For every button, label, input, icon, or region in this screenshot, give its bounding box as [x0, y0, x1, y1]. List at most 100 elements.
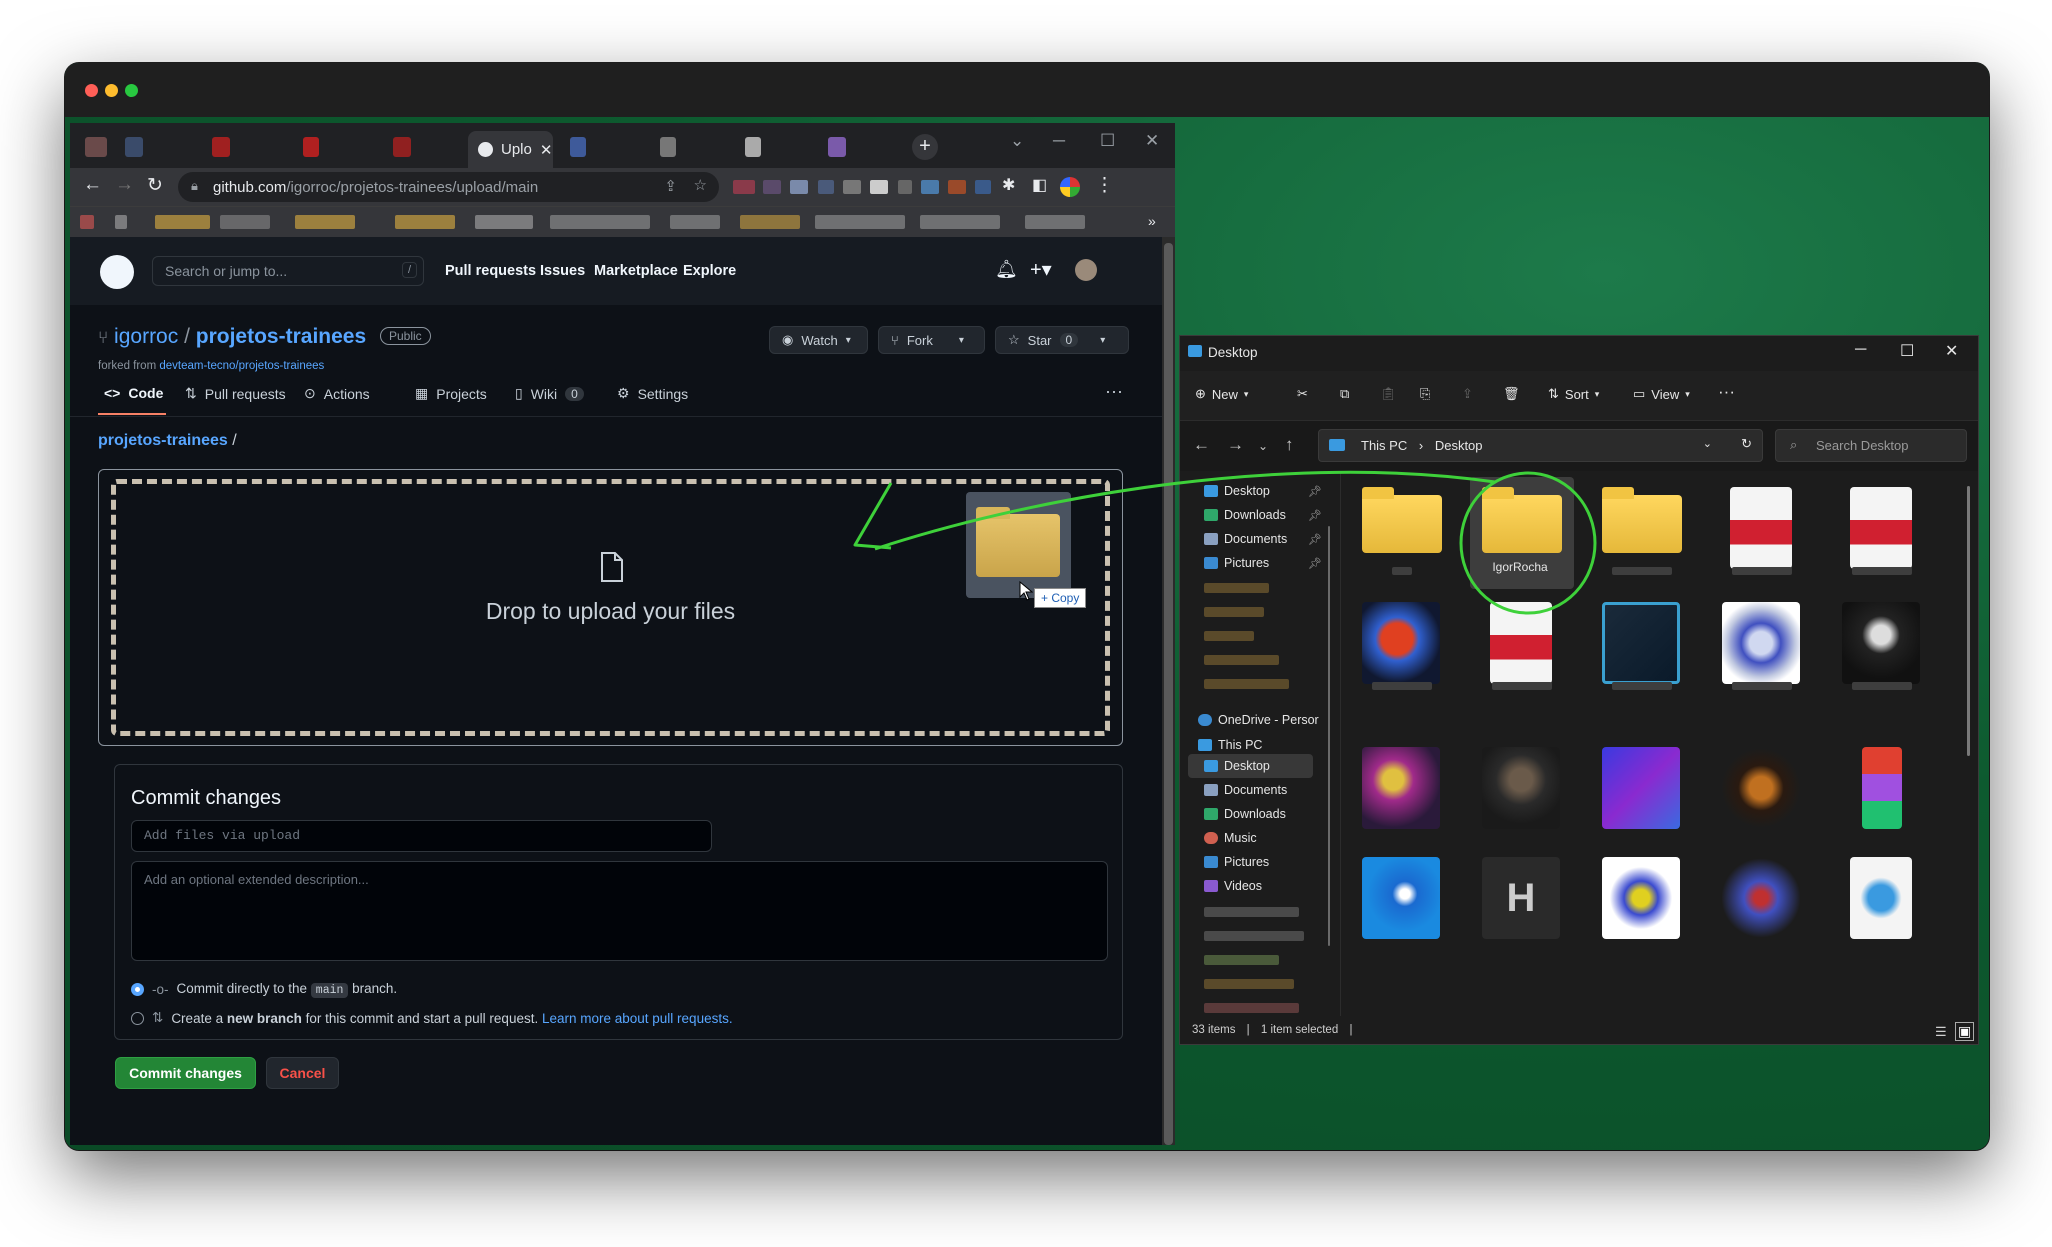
sidebar-item-videos[interactable]: Videos — [1204, 879, 1262, 893]
large-icons-view-icon[interactable]: ▣ — [1955, 1022, 1975, 1041]
file-item[interactable]: H — [1470, 851, 1570, 961]
forward-icon[interactable]: → — [1227, 435, 1244, 455]
details-view-icon[interactable]: ☰ — [1935, 1024, 1947, 1040]
sidebar-item-documents[interactable]: Documents — [1204, 532, 1287, 546]
repo-owner-link[interactable]: igorroc — [114, 325, 178, 348]
up-icon[interactable]: ↑ — [1285, 435, 1294, 455]
close-tab-icon[interactable]: ✕ — [540, 141, 553, 159]
sidebar-item-blurred[interactable] — [1204, 1003, 1299, 1013]
extension-icon[interactable] — [921, 180, 939, 194]
minimize-icon[interactable]: ─ — [1053, 131, 1065, 151]
recent-locations-icon[interactable]: ⌄ — [1258, 439, 1268, 453]
zoom-traffic-light[interactable] — [125, 84, 138, 97]
sidebar-item-onedrive[interactable]: OneDrive - Persor — [1198, 713, 1319, 727]
rename-icon[interactable]: ⎘ — [1420, 386, 1430, 402]
tab-code[interactable]: <> Code — [104, 385, 163, 401]
sidebar-scrollbar[interactable] — [1328, 526, 1330, 946]
github-logo-icon[interactable] — [100, 255, 134, 289]
address-desktop[interactable]: Desktop — [1435, 438, 1483, 453]
bookmark-star-icon[interactable]: ☆ — [694, 176, 707, 194]
nav-issues[interactable]: Issues — [540, 263, 585, 279]
tab-active[interactable]: Uplo ✕ — [468, 131, 553, 168]
folder-item[interactable] — [1350, 481, 1450, 591]
back-icon[interactable]: ← — [83, 174, 102, 196]
bookmark-item[interactable] — [475, 215, 533, 229]
back-icon[interactable]: ← — [1193, 435, 1210, 455]
forward-icon[interactable]: → — [115, 174, 134, 196]
new-button[interactable]: ⊕ New ▾ — [1195, 386, 1248, 402]
tab-favicon-blurred[interactable] — [303, 137, 319, 157]
radio-selected[interactable] — [131, 982, 144, 996]
tab-search-icon[interactable]: ⌄ — [1010, 131, 1024, 151]
extension-icon[interactable] — [843, 180, 861, 194]
sidebar-item-blurred[interactable] — [1204, 979, 1294, 989]
view-button[interactable]: ▭ View ▾ — [1633, 386, 1690, 402]
extension-icon[interactable] — [948, 180, 966, 194]
sidebar-item-pictures[interactable]: Pictures — [1204, 556, 1269, 570]
folder-item-igorrocha[interactable]: IgorRocha — [1470, 481, 1570, 591]
bookmark-item[interactable] — [740, 215, 800, 229]
repo-name-link[interactable]: projetos-trainees — [196, 325, 366, 348]
folder-item[interactable] — [1590, 481, 1690, 591]
tab-wiki[interactable]: ▯ Wiki 0 — [515, 385, 584, 402]
file-item[interactable] — [1350, 596, 1450, 706]
file-item[interactable] — [1830, 851, 1930, 961]
tab-favicon-blurred[interactable] — [125, 137, 143, 157]
sort-button[interactable]: ⇅ Sort ▾ — [1548, 386, 1599, 402]
file-item[interactable] — [1710, 596, 1810, 706]
star-button[interactable]: ☆ Star 0 ▾ — [995, 326, 1129, 354]
tab-favicon-blurred[interactable] — [570, 137, 586, 157]
minimize-icon[interactable]: ─ — [1855, 341, 1866, 359]
bookmark-item[interactable] — [1025, 215, 1085, 229]
copy-icon[interactable]: ⧉ — [1340, 386, 1349, 402]
file-item[interactable] — [1710, 741, 1810, 851]
explorer-address-bar[interactable]: This PC › Desktop ⌄ ↻ — [1318, 429, 1763, 462]
sidebar-item-pictures-pc[interactable]: Pictures — [1204, 855, 1269, 869]
user-avatar[interactable] — [1075, 259, 1097, 281]
bookmark-item[interactable] — [80, 215, 94, 229]
file-item[interactable] — [1830, 596, 1930, 706]
bookmark-item[interactable] — [115, 215, 127, 229]
maximize-icon[interactable]: ☐ — [1100, 131, 1115, 151]
bookmark-item[interactable] — [920, 215, 1000, 229]
new-branch-option[interactable]: ⇅ Create a new branch for this commit an… — [131, 1010, 733, 1026]
extension-icon[interactable] — [790, 180, 808, 194]
file-item[interactable] — [1590, 851, 1690, 961]
chevron-down-icon[interactable]: ⌄ — [1703, 437, 1712, 450]
share-icon[interactable]: ⇪ — [664, 177, 677, 195]
bookmark-item[interactable] — [295, 215, 355, 229]
paste-icon[interactable]: 📋︎ — [1380, 386, 1397, 402]
chrome-menu-icon[interactable]: ⋮ — [1095, 174, 1114, 197]
file-item[interactable] — [1350, 851, 1450, 961]
extension-icon[interactable] — [733, 180, 755, 194]
tab-favicon-blurred[interactable] — [828, 137, 846, 157]
notifications-bell-icon[interactable]: 🔔︎ — [995, 259, 1018, 280]
commit-direct-option[interactable]: -o- Commit directly to the main branch. — [131, 981, 397, 998]
file-item[interactable] — [1470, 596, 1570, 706]
bookmark-item[interactable] — [220, 215, 270, 229]
maximize-icon[interactable]: ☐ — [1900, 341, 1914, 361]
file-item[interactable] — [1350, 741, 1450, 851]
sidebar-item-blurred[interactable] — [1204, 607, 1264, 617]
sidebar-item-blurred[interactable] — [1204, 655, 1279, 665]
create-new-icon[interactable]: +▾ — [1030, 257, 1052, 282]
extension-icon[interactable] — [898, 180, 912, 194]
file-item[interactable] — [1590, 596, 1690, 706]
profile-avatar[interactable] — [1060, 177, 1080, 197]
sidebar-item-blurred[interactable] — [1204, 679, 1289, 689]
tab-favicon-blurred[interactable] — [745, 137, 761, 157]
share-icon[interactable]: ⇪ — [1462, 386, 1473, 402]
more-options-icon[interactable]: ··· — [1718, 382, 1735, 402]
refresh-icon[interactable]: ↻ — [1741, 436, 1752, 452]
bookmark-item[interactable] — [395, 215, 455, 229]
nav-pull-requests[interactable]: Pull requests — [445, 263, 536, 279]
commit-changes-button[interactable]: Commit changes — [115, 1057, 256, 1089]
tab-favicon-blurred[interactable] — [212, 137, 230, 157]
sidebar-item-this-pc[interactable]: This PC — [1198, 738, 1262, 752]
close-window-icon[interactable]: ✕ — [1145, 131, 1159, 151]
file-item[interactable] — [1710, 851, 1810, 961]
page-scrollbar-thumb[interactable] — [1164, 243, 1173, 1145]
extension-icon[interactable] — [975, 180, 991, 194]
bookmark-item[interactable] — [670, 215, 720, 229]
tab-actions[interactable]: ⊙ Actions — [304, 385, 370, 402]
